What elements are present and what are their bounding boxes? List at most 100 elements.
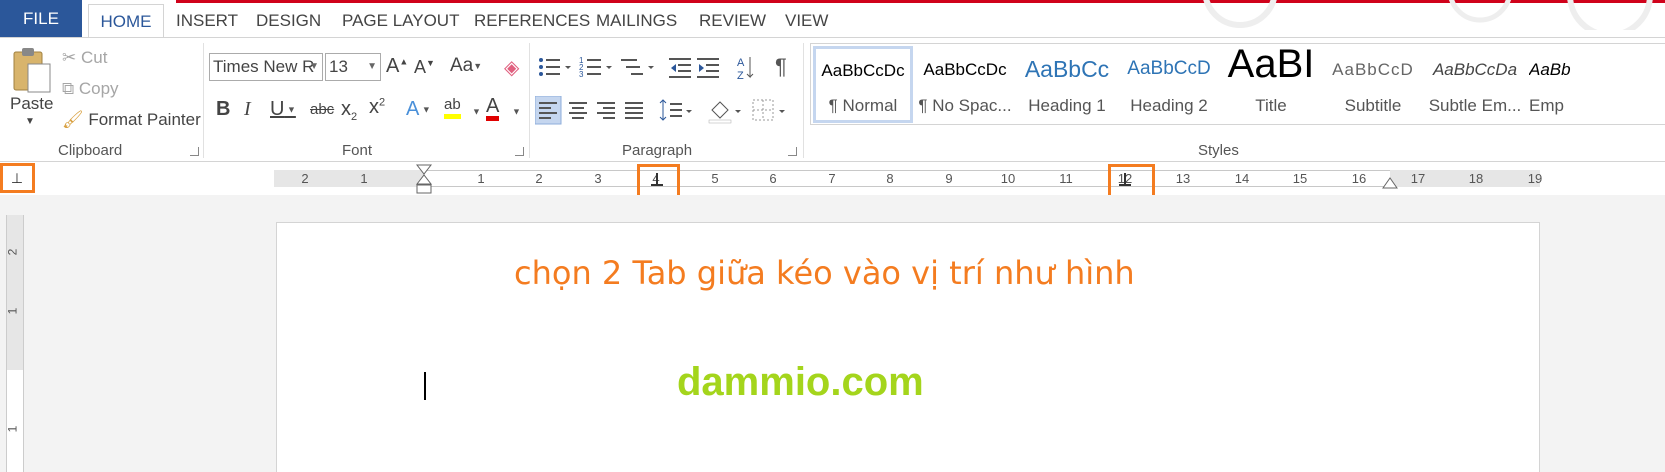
ribbon: Paste ▼ ✂ Cut ⧉ Copy 🖌 Format Painter Cl… <box>0 37 1665 162</box>
multilevel-list-icon[interactable] <box>621 59 654 75</box>
paragraph-row2 <box>535 96 785 125</box>
ruler-number: 11 <box>1059 171 1073 186</box>
font-name-value: Times New R <box>213 57 315 76</box>
show-formatting-icon[interactable]: ¶ <box>775 54 787 79</box>
cut-label: Cut <box>80 48 108 67</box>
font-name-combo[interactable]: Times New R ▼ <box>209 53 323 81</box>
chevron-down-icon: ▼ <box>367 61 377 72</box>
style-name: Title <box>1255 96 1287 115</box>
separator <box>529 43 530 158</box>
format-painter-button[interactable]: 🖌 Format Painter <box>62 110 201 130</box>
paragraph-row1: 1 2 3 A Z ¶ <box>539 54 787 82</box>
ribbon-tabs: FILE HOME INSERT DESIGN PAGE LAYOUT REFE… <box>0 0 1665 39</box>
style-heading-2[interactable]: AaBbCcD Heading 2 <box>1119 46 1219 123</box>
ruler-number: 9 <box>945 171 953 186</box>
style-subtitle[interactable]: AaBbCcD Subtitle <box>1323 46 1423 123</box>
line-spacing-icon[interactable] <box>659 99 692 121</box>
brush-icon: 🖌 <box>62 110 84 129</box>
tab-references[interactable]: REFERENCES <box>466 4 598 38</box>
ruler-number: 19 <box>1527 171 1543 186</box>
bold-icon[interactable]: B <box>216 98 230 121</box>
ruler-number: 6 <box>769 171 777 186</box>
style-title[interactable]: AaBI Title <box>1221 46 1321 123</box>
shrink-font-icon[interactable]: A▼ <box>414 57 435 78</box>
svg-text:A: A <box>737 57 745 69</box>
style-name: Heading 1 <box>1028 96 1106 115</box>
cut-button[interactable]: ✂ Cut <box>62 48 107 68</box>
font-launcher-icon[interactable] <box>515 147 524 156</box>
justify-icon[interactable] <box>625 102 643 119</box>
horizontal-ruler[interactable] <box>274 170 1540 187</box>
styles-group-label: Styles <box>1198 142 1239 159</box>
sort-icon[interactable]: A Z <box>737 57 754 82</box>
style-preview: AaBbCcDc <box>923 60 1007 79</box>
tab-insert[interactable]: INSERT <box>168 4 246 38</box>
font-group-label: Font <box>342 142 373 159</box>
style-subtle-emphasis[interactable]: AaBbCcDa Subtle Em... <box>1425 46 1525 123</box>
scissors-icon: ✂ <box>62 48 77 67</box>
highlight-icon[interactable]: ab <box>444 96 461 119</box>
numbering-icon[interactable]: 1 2 3 <box>579 56 612 79</box>
align-left-icon[interactable] <box>535 96 562 125</box>
bullets-icon[interactable] <box>539 58 571 76</box>
tab-home[interactable]: HOME <box>88 4 164 39</box>
style-preview: AaBbCc <box>1024 56 1110 82</box>
format-painter-label: Format Painter <box>88 110 201 129</box>
strikethrough-icon[interactable]: abc <box>310 101 334 118</box>
styles-gallery: AaBbCcDc ¶ Normal AaBbCcDc ¶ No Spac... … <box>810 43 1665 125</box>
ruler-number: 18 <box>1468 171 1484 186</box>
borders-icon[interactable] <box>752 99 785 121</box>
ruler-number: 2 <box>535 171 543 186</box>
paragraph-group-label: Paragraph <box>622 142 693 159</box>
align-right-icon[interactable] <box>597 102 615 119</box>
shading-icon[interactable] <box>708 101 741 124</box>
indent-marker-icon[interactable] <box>415 164 433 195</box>
copy-button[interactable]: ⧉ Copy <box>62 79 119 99</box>
right-indent-marker-icon[interactable] <box>1382 174 1398 190</box>
clear-formatting-icon[interactable]: ◈ <box>504 55 519 80</box>
style-no-spacing[interactable]: AaBbCcDc ¶ No Spac... <box>915 46 1015 123</box>
background-decoration <box>1203 0 1653 30</box>
subscript-icon[interactable]: x2 <box>341 98 357 123</box>
paste-dropdown-icon[interactable]: ▼ <box>25 116 35 127</box>
tab-file[interactable]: FILE <box>0 0 82 38</box>
underline-icon[interactable]: U ▼ <box>270 98 296 121</box>
font-size-value: 13 <box>329 57 348 76</box>
align-center-icon[interactable] <box>569 102 587 119</box>
style-name: Subtitle <box>1344 96 1402 115</box>
ruler-number: 15 <box>1292 171 1308 186</box>
chevron-down-icon: ▼ <box>309 61 319 72</box>
font-color-icon[interactable]: A <box>486 96 500 121</box>
style-preview: AaBb <box>1529 60 1571 79</box>
style-normal[interactable]: AaBbCcDc ¶ Normal <box>813 46 913 123</box>
tab-design[interactable]: DESIGN <box>248 4 329 38</box>
tab-mailings[interactable]: MAILINGS <box>588 4 685 38</box>
style-emphasis[interactable]: AaBb Emp <box>1527 46 1665 123</box>
tab-page-layout[interactable]: PAGE LAYOUT <box>334 4 467 38</box>
superscript-icon[interactable]: x2 <box>369 96 385 119</box>
grow-font-icon[interactable]: A▲ <box>386 55 408 78</box>
svg-text:3: 3 <box>579 70 584 79</box>
paragraph-launcher-icon[interactable] <box>788 147 797 156</box>
highlight-dropdown-icon[interactable]: ▼ <box>472 100 481 123</box>
ruler-number: 17 <box>1410 171 1426 186</box>
italic-icon[interactable]: I <box>244 98 251 121</box>
ruler-number: 14 <box>1234 171 1250 186</box>
ruler-number: 2 <box>301 171 309 186</box>
decrease-indent-icon[interactable] <box>669 58 691 78</box>
tab-view[interactable]: VIEW <box>777 4 836 38</box>
tab-review[interactable]: REVIEW <box>691 4 774 38</box>
text-cursor <box>424 372 426 400</box>
svg-text:Z: Z <box>737 70 744 82</box>
copy-label: Copy <box>78 79 119 98</box>
font-color-dropdown-icon[interactable]: ▼ <box>512 100 521 123</box>
ruler-number: 1 <box>477 171 485 186</box>
increase-indent-icon[interactable] <box>697 58 719 78</box>
paste-icon <box>13 48 51 93</box>
paste-label[interactable]: Paste <box>10 94 53 114</box>
clipboard-launcher-icon[interactable] <box>190 147 199 156</box>
change-case-button[interactable]: Aa▼ <box>450 55 482 77</box>
font-size-combo[interactable]: 13 ▼ <box>325 53 381 81</box>
style-heading-1[interactable]: AaBbCc Heading 1 <box>1017 46 1117 123</box>
text-effects-icon[interactable]: A ▼ <box>406 98 431 121</box>
